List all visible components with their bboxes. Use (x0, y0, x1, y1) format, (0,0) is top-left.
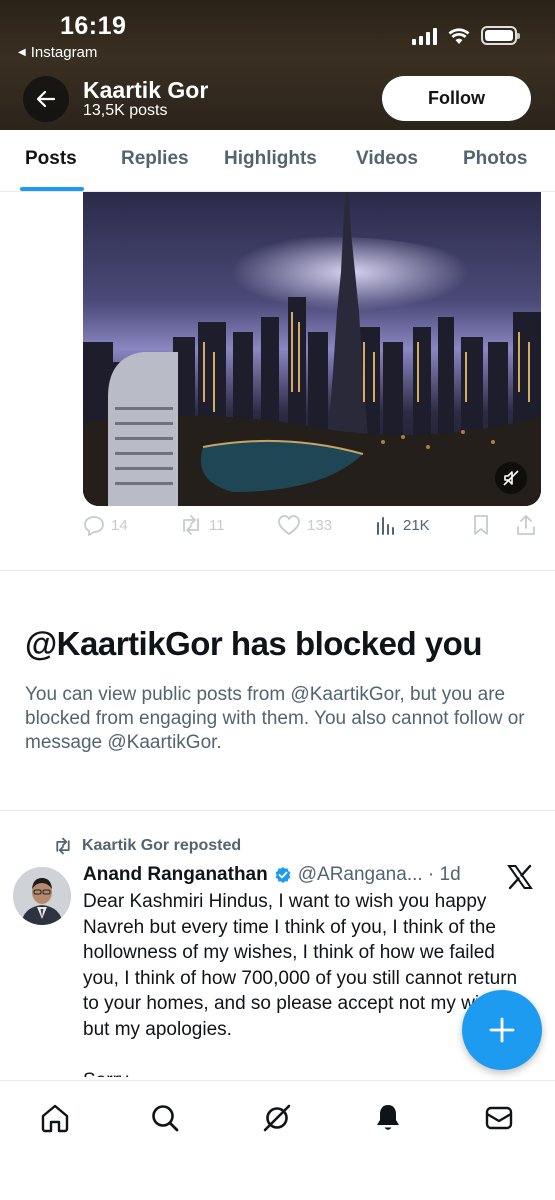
repost-count: 11 (209, 516, 225, 534)
tab-photos[interactable]: Photos (463, 148, 527, 170)
avatar[interactable] (13, 867, 71, 925)
reply-icon (84, 516, 104, 536)
verified-badge-icon (275, 867, 291, 883)
status-time: 16:19 (60, 12, 127, 40)
battery-icon (481, 26, 520, 45)
author-handle: @ARangana... · 1d (297, 864, 461, 885)
tab-highlights[interactable]: Highlights (224, 148, 317, 170)
nav-search[interactable] (148, 1101, 182, 1135)
triangle-left-icon: ◀ (18, 47, 26, 58)
post-video[interactable] (83, 192, 541, 506)
repost-icon (183, 515, 199, 535)
profile-name: Kaartik Gor (83, 77, 209, 103)
back-to-app-link[interactable]: ◀ Instagram (18, 44, 97, 61)
blocked-description: You can view public posts from @KaartikG… (25, 684, 525, 753)
nav-notifications[interactable] (371, 1101, 405, 1135)
reposted-by: Kaartik Gor reposted (53, 837, 241, 855)
search-icon (152, 1105, 179, 1132)
mute-icon[interactable] (495, 462, 527, 494)
bookmark-icon (474, 515, 488, 535)
blocked-title: @KaartikGor has blocked you (25, 625, 482, 662)
repost-action[interactable]: 11 (179, 514, 225, 536)
repost-icon (56, 837, 70, 855)
active-tab-indicator (20, 187, 84, 191)
share-action[interactable] (515, 514, 537, 536)
status-icons (412, 26, 520, 45)
nav-grok[interactable] (260, 1101, 294, 1135)
grok-icon (263, 1104, 291, 1132)
like-count: 133 (307, 516, 333, 534)
nav-messages[interactable] (482, 1101, 516, 1135)
post-actions: 14 11 133 21K (83, 514, 543, 546)
back-app-label: Instagram (30, 44, 98, 61)
bottom-navigation (0, 1080, 555, 1200)
follow-button[interactable]: Follow (382, 76, 531, 121)
tab-replies[interactable]: Replies (121, 148, 189, 170)
signal-icon (412, 27, 437, 45)
like-action[interactable]: 133 (277, 514, 332, 536)
profile-post-count: 13,5K posts (83, 102, 168, 119)
divider (0, 570, 555, 571)
profile-header: 16:19 ◀ Instagram Kaartik Gor 13,5K post… (0, 0, 555, 130)
bookmark-action[interactable] (471, 514, 491, 536)
author-name: Anand Ranganathan (83, 864, 268, 885)
notifications-icon (377, 1105, 399, 1130)
reposted-by-label: Kaartik Gor reposted (82, 837, 242, 854)
views-count: 21K (403, 516, 430, 534)
profile-tabs: Posts Replies Highlights Videos Photos (0, 130, 555, 192)
messages-icon (485, 1106, 513, 1130)
reply-count: 14 (111, 516, 128, 534)
plus-icon (489, 1017, 515, 1043)
skyline-image (83, 192, 541, 506)
back-button[interactable] (23, 76, 69, 122)
views-icon (377, 517, 394, 535)
tab-posts[interactable]: Posts (25, 148, 77, 170)
tab-videos[interactable]: Videos (356, 148, 418, 170)
share-icon (517, 515, 535, 535)
heart-icon (278, 515, 300, 536)
reply-action[interactable]: 14 (83, 514, 128, 536)
nav-home[interactable] (38, 1101, 72, 1135)
views-action[interactable]: 21K (375, 514, 430, 536)
home-icon (41, 1104, 69, 1133)
compose-button[interactable] (462, 990, 542, 1070)
arrow-left-icon (36, 90, 56, 108)
divider (0, 810, 555, 811)
wifi-icon (448, 27, 470, 44)
tweet-author[interactable]: Anand Ranganathan @ARangana... · 1d (83, 864, 461, 886)
